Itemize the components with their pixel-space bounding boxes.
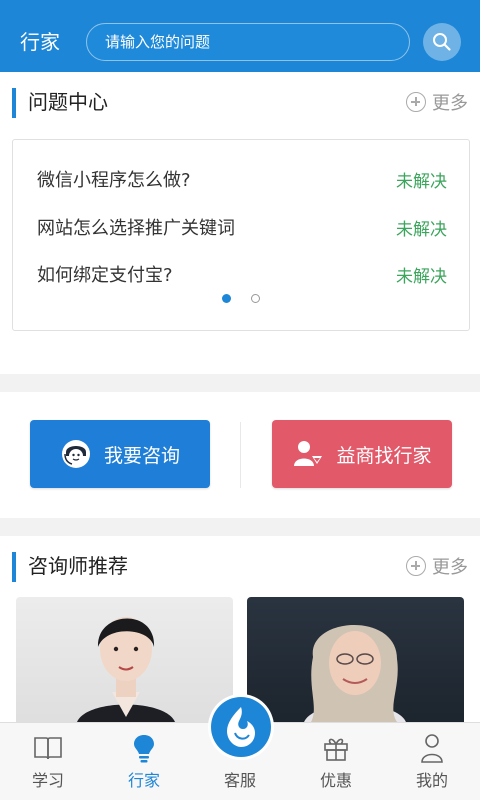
nav-label: 客服 — [223, 771, 256, 790]
section-title: 咨询师推荐 — [28, 554, 128, 578]
question-item[interactable]: 如何绑定支付宝? 未解决 — [37, 259, 447, 289]
find-expert-label: 益商找行家 — [336, 444, 432, 467]
plus-circle-icon — [406, 556, 426, 576]
nav-label: 我的 — [415, 771, 448, 790]
consult-label: 我要咨询 — [103, 444, 180, 467]
book-icon — [33, 733, 63, 763]
question-item[interactable]: 网站怎么选择推广关键词 未解决 — [37, 212, 447, 242]
section-divider — [0, 518, 480, 536]
consultant-more-link[interactable]: 更多 — [406, 553, 468, 579]
section-divider — [0, 374, 480, 392]
consultant-avatar-icon — [61, 440, 90, 468]
more-label: 更多 — [432, 93, 468, 114]
nav-item-study[interactable]: 学习 — [0, 723, 96, 800]
find-expert-button[interactable]: 益商找行家 — [272, 420, 452, 488]
question-item[interactable]: 微信小程序怎么做? 未解决 — [37, 164, 447, 194]
page-dot[interactable] — [251, 294, 260, 303]
nav-label: 优惠 — [319, 771, 352, 790]
question-text: 微信小程序怎么做? — [37, 170, 191, 191]
lightbulb-icon — [132, 733, 156, 763]
question-text: 网站怎么选择推广关键词 — [37, 218, 235, 239]
customer-service-icon — [211, 697, 271, 757]
nav-item-mine[interactable]: 我的 — [384, 723, 480, 800]
plus-circle-icon — [406, 92, 426, 112]
gift-icon — [322, 733, 350, 763]
question-status: 未解决 — [396, 266, 447, 287]
vertical-divider — [240, 422, 241, 488]
consultant-photo — [76, 617, 176, 727]
user-icon — [420, 733, 444, 763]
app-title: 行家 — [20, 30, 60, 54]
question-more-link[interactable]: 更多 — [406, 89, 468, 115]
section-title: 问题中心 — [28, 90, 108, 114]
search-box[interactable] — [86, 23, 410, 61]
consultant-photo — [303, 624, 407, 727]
question-status: 未解决 — [396, 171, 447, 192]
consultant-card[interactable] — [247, 597, 464, 727]
question-text: 如何绑定支付宝? — [37, 265, 173, 286]
question-carousel: 微信小程序怎么做? 未解决 网站怎么选择推广关键词 未解决 如何绑定支付宝? 未… — [12, 139, 470, 331]
consultant-card[interactable] — [16, 597, 233, 727]
section-accent-bar — [12, 88, 16, 118]
search-icon — [433, 33, 451, 51]
search-input[interactable] — [105, 24, 395, 60]
nav-label: 学习 — [31, 771, 64, 790]
section-accent-bar — [12, 552, 16, 582]
question-center-header: 问题中心 更多 — [0, 72, 480, 128]
question-status: 未解决 — [396, 219, 447, 240]
action-area: 我要咨询 益商找行家 — [0, 392, 480, 518]
search-button[interactable] — [423, 23, 461, 61]
nav-label: 行家 — [127, 771, 160, 790]
more-label: 更多 — [432, 557, 468, 578]
customer-service-button[interactable] — [208, 694, 274, 760]
expert-search-icon — [294, 441, 323, 466]
nav-item-offers[interactable]: 优惠 — [288, 723, 384, 800]
carousel-pagination — [13, 294, 469, 303]
consultant-header: 咨询师推荐 更多 — [0, 536, 480, 592]
page-dot-active[interactable] — [222, 294, 231, 303]
consult-button[interactable]: 我要咨询 — [30, 420, 210, 488]
top-app-bar: 行家 — [0, 0, 480, 72]
nav-item-expert[interactable]: 行家 — [96, 723, 192, 800]
